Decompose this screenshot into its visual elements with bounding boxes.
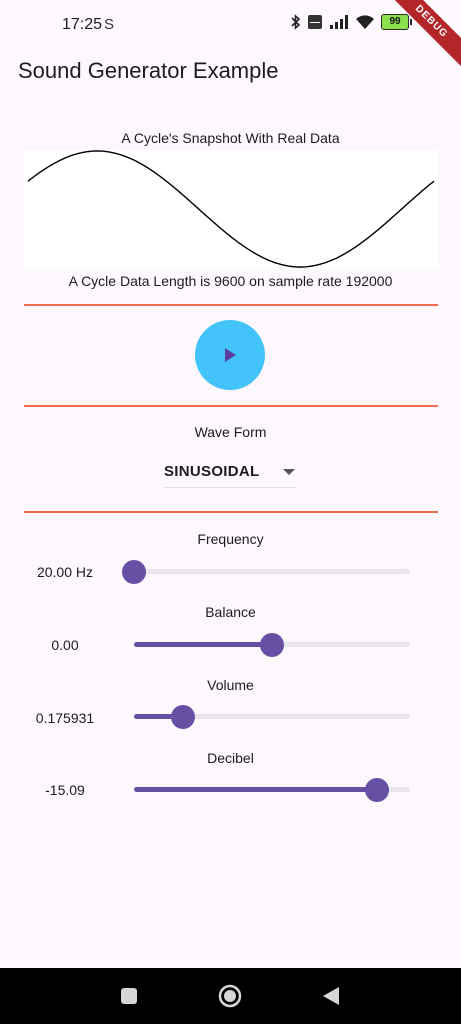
balance-slider[interactable] bbox=[134, 632, 410, 657]
app-screen: 17:25 S 99 DEBUG Sound Generator Example… bbox=[0, 0, 461, 1024]
frequency-slider[interactable] bbox=[122, 559, 410, 584]
slider-thumb[interactable] bbox=[260, 633, 284, 657]
app-title: Sound Generator Example bbox=[18, 58, 279, 83]
divider-1 bbox=[24, 304, 438, 306]
home-icon[interactable] bbox=[218, 984, 242, 1008]
slider-fill bbox=[134, 787, 377, 792]
battery-level: 99 bbox=[389, 16, 401, 27]
decibel-slider[interactable] bbox=[134, 777, 410, 802]
waveform-chart bbox=[24, 150, 438, 268]
balance-label: Balance bbox=[205, 604, 256, 620]
sine-wave bbox=[27, 150, 435, 268]
status-bar: 17:25 S 99 DEBUG bbox=[0, 0, 461, 72]
debug-banner: DEBUG bbox=[381, 0, 461, 72]
wave-form-value: SINUSOIDAL bbox=[164, 463, 260, 480]
recents-icon[interactable] bbox=[120, 987, 138, 1005]
status-time: 17:25 bbox=[62, 16, 103, 33]
play-icon bbox=[225, 348, 236, 362]
divider-3 bbox=[24, 511, 438, 513]
wifi-icon bbox=[356, 15, 374, 29]
dropdown-arrow-icon bbox=[283, 468, 295, 475]
bluetooth-icon bbox=[291, 14, 301, 30]
divider-2 bbox=[24, 405, 438, 407]
slider-track bbox=[134, 569, 410, 574]
status-icons: 99 bbox=[291, 14, 412, 30]
snapshot-title: A Cycle's Snapshot With Real Data bbox=[121, 130, 340, 146]
play-button[interactable] bbox=[195, 320, 265, 390]
battery-icon: 99 bbox=[381, 14, 412, 30]
slider-thumb[interactable] bbox=[122, 560, 146, 584]
slider-thumb[interactable] bbox=[170, 705, 195, 729]
volume-value: 0.175931 bbox=[35, 710, 95, 726]
volume-slider[interactable] bbox=[134, 704, 410, 729]
decibel-value: -15.09 bbox=[45, 782, 85, 798]
decibel-label: Decibel bbox=[207, 750, 254, 766]
back-icon[interactable] bbox=[322, 986, 340, 1006]
wave-form-label: Wave Form bbox=[194, 424, 267, 440]
volte-icon bbox=[308, 15, 322, 29]
slider-thumb[interactable] bbox=[364, 778, 389, 802]
signal-icon bbox=[330, 15, 348, 29]
volume-label: Volume bbox=[207, 677, 254, 693]
s-icon: S bbox=[104, 16, 115, 33]
navigation-bar bbox=[0, 968, 461, 1024]
frequency-label: Frequency bbox=[197, 531, 264, 547]
cycle-data-info: A Cycle Data Length is 9600 on sample ra… bbox=[68, 273, 393, 289]
slider-fill bbox=[134, 642, 272, 647]
wave-form-dropdown[interactable]: SINUSOIDAL bbox=[164, 456, 296, 488]
frequency-value: 20.00 Hz bbox=[36, 564, 94, 580]
balance-value: 0.00 bbox=[51, 637, 79, 653]
